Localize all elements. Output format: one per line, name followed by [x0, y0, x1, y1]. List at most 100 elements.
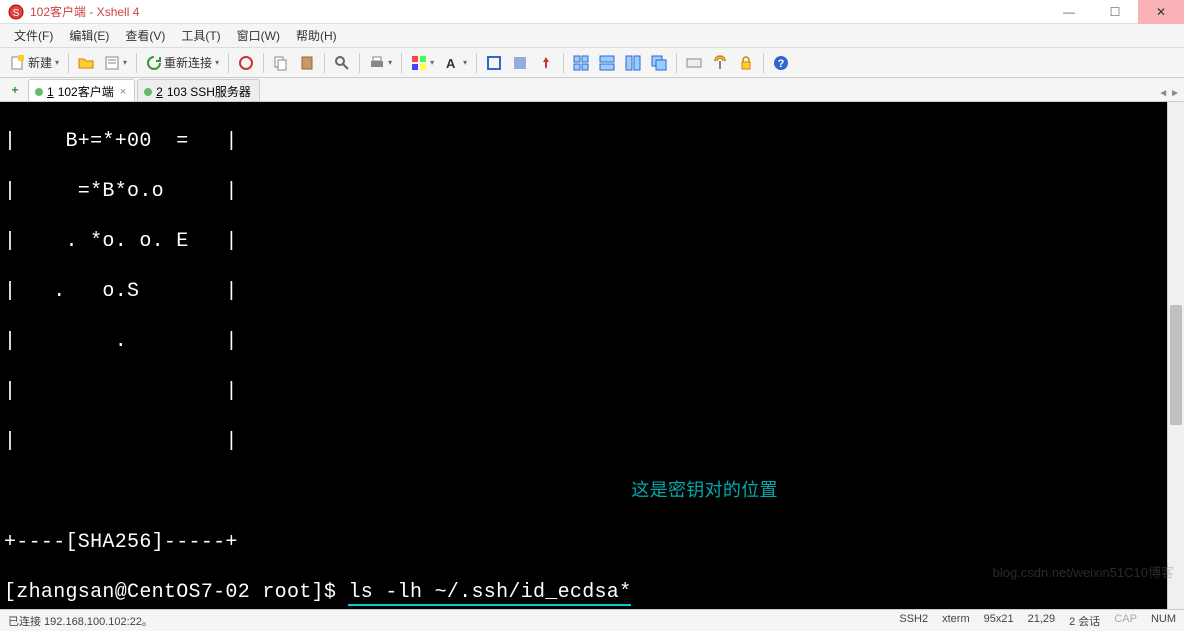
paste-button[interactable] — [295, 53, 319, 73]
font-button[interactable]: A▾ — [440, 53, 471, 73]
find-button[interactable] — [330, 53, 354, 73]
scrollbar-thumb[interactable] — [1170, 305, 1182, 425]
svg-text:A: A — [446, 56, 456, 71]
pin-icon — [538, 55, 554, 71]
status-protocol: SSH2 — [899, 613, 928, 629]
terminal-line: | B+=*+00 = | — [4, 129, 1163, 154]
new-label: 新建 — [28, 54, 52, 71]
ontop-button[interactable] — [534, 53, 558, 73]
status-caps: CAP — [1114, 613, 1137, 629]
terminal-line: | | — [4, 429, 1163, 454]
svg-text:?: ? — [778, 58, 785, 70]
reconnect-label: 重新连接 — [164, 54, 212, 71]
separator — [676, 53, 677, 73]
tab-number: 2 — [156, 85, 163, 99]
menu-tools[interactable]: 工具(T) — [175, 25, 226, 46]
copy-button[interactable] — [269, 53, 293, 73]
folder-icon — [78, 55, 94, 71]
fullscreen-button[interactable] — [482, 53, 506, 73]
terminal-line: 这是密钥对的位置 — [4, 479, 1163, 505]
tab-label: 103 SSH服务器 — [167, 83, 251, 100]
lock-button[interactable] — [734, 53, 758, 73]
maximize-button[interactable]: ☐ — [1092, 0, 1138, 24]
dropdown-icon: ▾ — [55, 58, 59, 67]
separator — [263, 53, 264, 73]
tab-nav: ◄ ► — [1158, 88, 1180, 99]
separator — [228, 53, 229, 73]
open-button[interactable] — [74, 53, 98, 73]
terminal-line: | =*B*o.o | — [4, 179, 1163, 204]
separator — [136, 53, 137, 73]
svg-text:S: S — [13, 8, 20, 19]
tab-prev-icon[interactable]: ◄ — [1158, 88, 1168, 99]
separator — [763, 53, 764, 73]
window-controls: — ☐ ✕ — [1046, 0, 1184, 24]
status-num: NUM — [1151, 613, 1176, 629]
status-sessions: 2 会话 — [1069, 613, 1100, 629]
font-icon: A — [444, 55, 460, 71]
lock-icon — [738, 55, 754, 71]
cascade-button[interactable] — [647, 53, 671, 73]
transparency-button[interactable] — [508, 53, 532, 73]
tile-button[interactable] — [569, 53, 593, 73]
color-icon — [411, 55, 427, 71]
tab-next-icon[interactable]: ► — [1170, 88, 1180, 99]
annotation-key-location: 这是密钥对的位置 — [631, 482, 777, 502]
add-tab-button[interactable]: + — [6, 81, 24, 99]
terminal-container: | B+=*+00 = | | =*B*o.o | | . *o. o. E |… — [0, 102, 1184, 609]
separator — [476, 53, 477, 73]
tab-bar: + 1 102客户端 × 2 103 SSH服务器 ◄ ► — [0, 78, 1184, 102]
status-cursor-pos: 21,29 — [1028, 613, 1056, 629]
reconnect-icon — [146, 55, 162, 71]
transparency-icon — [512, 55, 528, 71]
terminal-line: | . *o. o. E | — [4, 229, 1163, 254]
reconnect-button[interactable]: 重新连接▾ — [142, 52, 223, 73]
separator — [324, 53, 325, 73]
terminal-line: | . o.S | — [4, 279, 1163, 304]
scrollbar[interactable] — [1167, 102, 1184, 609]
help-button[interactable]: ? — [769, 53, 793, 73]
tab-number: 1 — [47, 85, 54, 99]
status-connection: 已连接 192.168.100.102:22。 — [8, 613, 153, 629]
copy-icon — [273, 55, 289, 71]
broadcast-button[interactable] — [708, 53, 732, 73]
window-title: 102客户端 - Xshell 4 — [30, 3, 139, 20]
tile-v-button[interactable] — [621, 53, 645, 73]
minimize-button[interactable]: — — [1046, 0, 1092, 24]
separator — [359, 53, 360, 73]
tab-label: 102客户端 — [58, 83, 114, 100]
close-button[interactable]: ✕ — [1138, 0, 1184, 24]
separator — [563, 53, 564, 73]
status-term-type: xterm — [942, 613, 970, 629]
terminal-line: | | — [4, 379, 1163, 404]
app-icon: S — [8, 4, 24, 20]
new-button[interactable]: 新建▾ — [6, 52, 63, 73]
tile-h-button[interactable] — [595, 53, 619, 73]
keymap-button[interactable] — [682, 53, 706, 73]
tab-close-icon[interactable]: × — [120, 86, 126, 98]
tab-103-ssh-server[interactable]: 2 103 SSH服务器 — [137, 79, 260, 101]
print-icon — [369, 55, 385, 71]
properties-button[interactable]: ▾ — [100, 53, 131, 73]
print-button[interactable]: ▾ — [365, 53, 396, 73]
fullscreen-icon — [486, 55, 502, 71]
menu-window[interactable]: 窗口(W) — [231, 25, 286, 46]
terminal-line: | . | — [4, 329, 1163, 354]
cascade-icon — [651, 55, 667, 71]
terminal[interactable]: | B+=*+00 = | | =*B*o.o | | . *o. o. E |… — [0, 102, 1167, 609]
broadcast-icon — [712, 55, 728, 71]
disconnect-icon — [238, 55, 254, 71]
menu-help[interactable]: 帮助(H) — [290, 25, 343, 46]
menu-file[interactable]: 文件(F) — [8, 25, 59, 46]
separator — [401, 53, 402, 73]
terminal-line: [zhangsan@CentOS7-02 root]$ ls -lh ~/.ss… — [4, 580, 1163, 605]
menu-view[interactable]: 查看(V) — [119, 25, 171, 46]
status-bar: 已连接 192.168.100.102:22。 SSH2 xterm 95x21… — [0, 609, 1184, 631]
tab-102-client[interactable]: 1 102客户端 × — [28, 79, 135, 101]
disconnect-button[interactable] — [234, 53, 258, 73]
color-button[interactable]: ▾ — [407, 53, 438, 73]
status-dot-icon — [144, 88, 152, 96]
new-icon — [10, 55, 26, 71]
menu-edit[interactable]: 编辑(E) — [63, 25, 115, 46]
toolbar: 新建▾ ▾ 重新连接▾ ▾ ▾ A▾ ? — [0, 48, 1184, 78]
